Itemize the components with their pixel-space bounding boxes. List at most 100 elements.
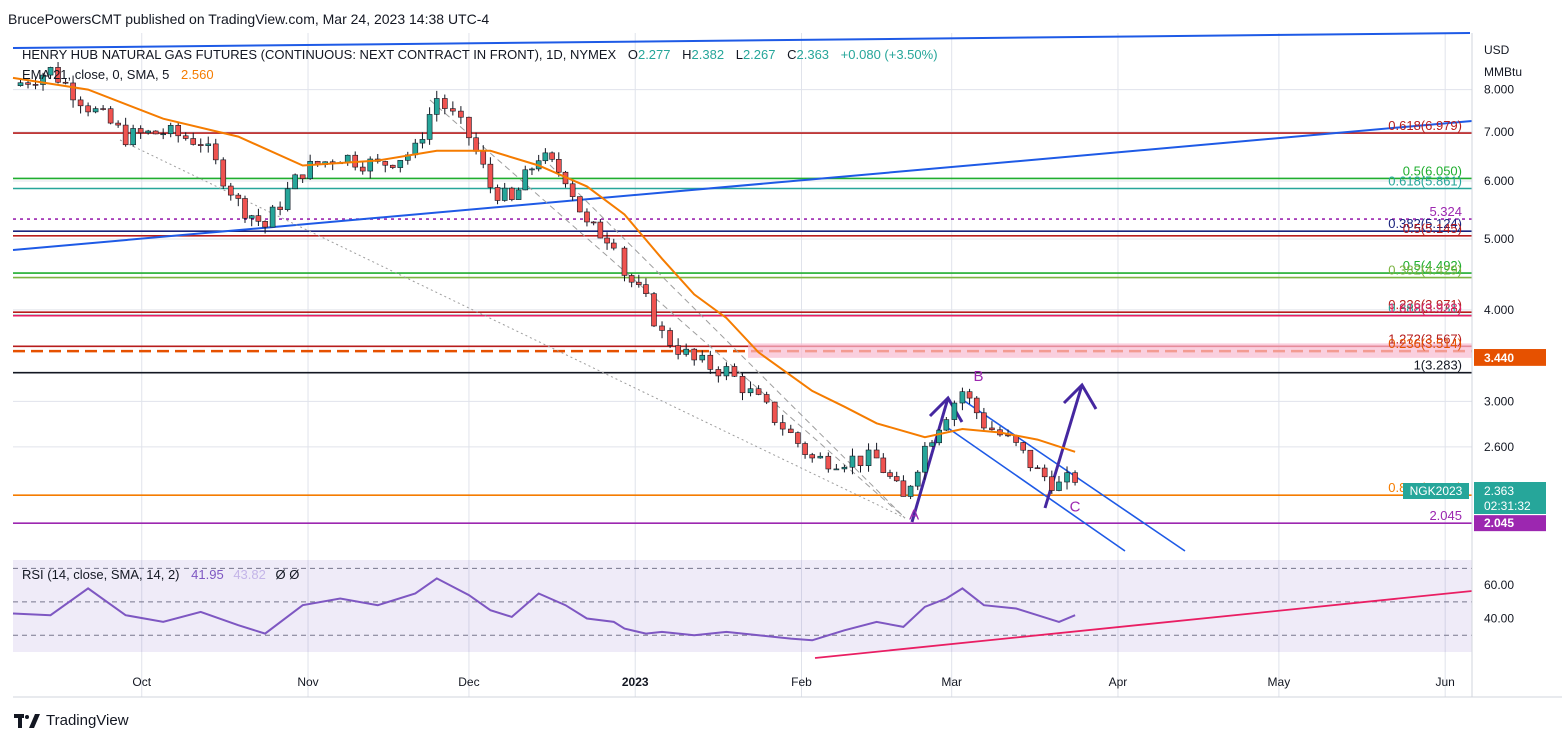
legend-rsi-value: 41.95 — [191, 567, 224, 582]
candle-body — [62, 81, 69, 84]
rsi-tick-label: 60.00 — [1484, 578, 1514, 592]
legend-low: 2.267 — [743, 47, 776, 62]
candle-body — [494, 187, 501, 201]
candle-body — [621, 247, 628, 276]
y-tick-label: 4.000 — [1484, 303, 1514, 317]
legend-close: 2.363 — [797, 47, 830, 62]
candle-body — [914, 471, 921, 487]
candle-body — [555, 159, 562, 173]
candle-body — [723, 366, 730, 377]
last-price: 2.363 — [1484, 484, 1514, 498]
candle-body — [501, 187, 508, 201]
candle-body — [887, 472, 893, 477]
x-tick-label: Dec — [458, 675, 479, 689]
candle-body — [242, 198, 248, 219]
candle-body — [569, 183, 576, 197]
candle-body — [590, 221, 597, 224]
candle-body — [137, 128, 144, 134]
candle-body — [549, 152, 555, 160]
wave-label: B — [974, 368, 984, 385]
candle-body — [973, 397, 980, 414]
candle-body — [542, 152, 549, 162]
svg-text:HENRY HUB NATURAL GAS FUTURES: HENRY HUB NATURAL GAS FUTURES (CONTINUOU… — [22, 47, 938, 62]
candle-body — [683, 348, 689, 355]
candle-body — [817, 455, 824, 459]
candle-body — [707, 354, 714, 370]
candle-body — [77, 99, 84, 107]
candle-body — [966, 391, 973, 399]
candle-body — [597, 221, 604, 239]
axis-price-badge-text: 3.440 — [1484, 351, 1514, 365]
brand-name: TradingView — [46, 712, 129, 729]
legend-open: 2.277 — [638, 47, 671, 62]
candle-body — [1064, 472, 1070, 483]
candle-body — [441, 98, 448, 109]
candle-body — [382, 161, 389, 166]
legend-ema-value: 2.560 — [181, 67, 214, 82]
axis-price-badge-text: 2.045 — [1484, 516, 1514, 530]
candle-body — [529, 168, 535, 171]
x-tick-label: Feb — [791, 675, 812, 689]
countdown: 02:31:32 — [1484, 499, 1531, 513]
candle-body — [262, 221, 268, 228]
x-tick-label: May — [1268, 675, 1291, 689]
candle-body — [450, 108, 456, 112]
candle-body — [122, 124, 129, 146]
legend-symbol: HENRY HUB NATURAL GAS FUTURES (CONTINUOU… — [22, 47, 617, 62]
candle-body — [576, 196, 583, 213]
price-chart[interactable]: 0.618(6.979)0.5(6.050)0.618(5.861)5.3240… — [0, 0, 1562, 743]
candle-body — [667, 330, 673, 346]
candle-body — [763, 394, 770, 403]
legend-ema-label: EMA 21, close, 0, SMA, 5 — [22, 67, 169, 82]
candle-body — [787, 428, 794, 433]
level-label: 1.618(3.928) — [1388, 301, 1462, 316]
candle-body — [1049, 476, 1055, 491]
svg-text:EMA 21, close, 0, SMA, 5: EMA 21, close, 0, SMA, 5 2.560 — [22, 67, 214, 82]
candle-body — [85, 105, 91, 113]
svg-text:RSI (14, close, SMA, 14, 2): RSI (14, close, SMA, 14, 2) 41.95 43.82 … — [22, 567, 299, 582]
legend-rsi-extra: Ø Ø — [275, 567, 299, 582]
legend-high: 2.382 — [692, 47, 725, 62]
candle-body — [699, 354, 706, 361]
candle-body — [825, 455, 832, 470]
candle-body — [299, 174, 306, 180]
candle-body — [628, 275, 635, 283]
tradingview-icon — [14, 713, 40, 728]
candle-body — [397, 160, 404, 168]
y-tick-label: 6.000 — [1484, 174, 1514, 188]
y-tick-label: 7.000 — [1484, 125, 1514, 139]
candle-body — [419, 139, 426, 144]
candle-body — [389, 164, 396, 168]
candle-body — [190, 138, 197, 145]
level-label: 2.045 — [1429, 508, 1462, 523]
candle-body — [100, 108, 106, 110]
candle-body — [1020, 442, 1027, 451]
candle-body — [922, 445, 928, 473]
candle-body — [900, 480, 907, 497]
candle-body — [17, 82, 24, 86]
level-label: 0.618(6.979) — [1388, 118, 1462, 133]
candle-body — [1027, 449, 1034, 469]
candle-body — [584, 211, 590, 223]
candle-body — [227, 185, 234, 196]
wave-label: A — [909, 506, 919, 523]
level-label: 1(3.283) — [1414, 358, 1462, 373]
candle-body — [675, 345, 681, 355]
candle-body — [130, 128, 136, 146]
candle-body — [480, 151, 487, 165]
candle-body — [659, 325, 665, 331]
tradingview-logo[interactable]: TradingView — [14, 712, 129, 729]
candle-body — [929, 442, 935, 447]
y-tick-label: 3.000 — [1484, 394, 1514, 408]
candle-body — [779, 422, 786, 430]
axis-unit-top: USD — [1484, 43, 1510, 57]
candle-body — [205, 143, 212, 146]
candle-body — [509, 187, 515, 200]
candle-body — [943, 419, 950, 431]
candle-body — [1056, 481, 1062, 491]
candle-body — [989, 427, 995, 431]
level-label: 0.236(3.514) — [1388, 336, 1462, 351]
candle-body — [248, 215, 255, 219]
candle-body — [152, 130, 159, 135]
legend-change: +0.080 (+3.50%) — [841, 47, 938, 62]
